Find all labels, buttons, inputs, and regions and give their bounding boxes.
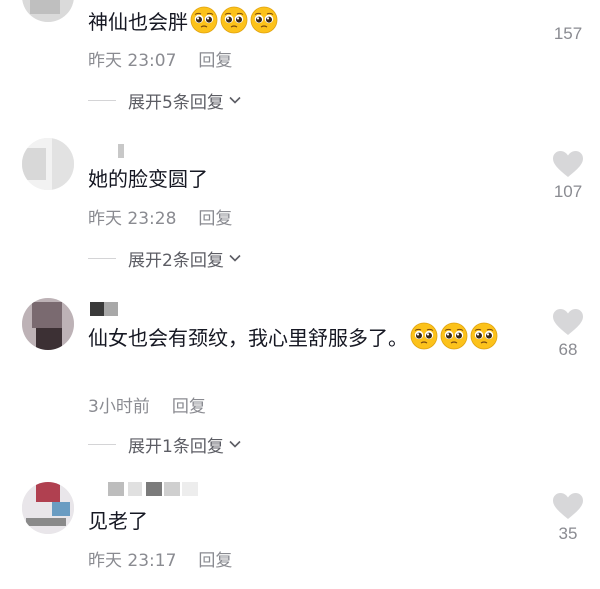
comment-text-content: 她的脸变圆了 [88, 167, 208, 191]
comment-meta: 昨天 23:28 回复 [88, 204, 232, 229]
heart-icon [553, 151, 583, 177]
expand-replies-label: 展开5条回复 [128, 92, 224, 113]
comment-meta: 3小时前 回复 [88, 392, 206, 417]
expand-replies-label: 展开1条回复 [128, 436, 224, 457]
like-count: 157 [553, 24, 583, 43]
like-button[interactable]: 68 [548, 308, 588, 360]
pleading-face-emoji-icon [410, 322, 438, 350]
like-count: 35 [558, 524, 578, 543]
comment-text: 她的脸变圆了 [88, 164, 208, 194]
reply-button[interactable]: 回复 [172, 397, 206, 417]
comment-time: 3小时前 [88, 397, 150, 417]
comment-time: 昨天 23:17 [88, 551, 177, 571]
comment-time: 昨天 23:07 [88, 51, 177, 71]
avatar[interactable] [22, 298, 74, 350]
reply-button[interactable]: 回复 [198, 51, 232, 71]
comment-item: 神仙也会胖 昨天 23:07 回复 展开5条回复 157 [0, 0, 600, 125]
reply-button[interactable]: 回复 [198, 209, 232, 229]
like-count: 68 [558, 340, 578, 359]
comment-item: 见老了 昨天 23:17 回复 35 [0, 472, 600, 589]
expand-replies-button[interactable]: 展开2条回复 [88, 246, 242, 271]
chevron-down-icon [229, 96, 241, 104]
avatar[interactable] [22, 482, 74, 534]
expand-replies-label: 展开2条回复 [128, 250, 224, 271]
chevron-down-icon [229, 440, 241, 448]
expand-replies-button[interactable]: 展开1条回复 [88, 432, 242, 457]
expand-replies-button[interactable]: 展开5条回复 [88, 88, 242, 113]
comment-text-content: 仙女也会有颈纹，我心里舒服多了。 [88, 326, 408, 350]
comment-text: 见老了 [88, 506, 148, 536]
divider [88, 443, 116, 445]
comment-text-content: 见老了 [88, 509, 148, 533]
comment-meta: 昨天 23:07 回复 [88, 46, 232, 71]
chevron-down-icon [229, 254, 241, 262]
comment-text-content: 神仙也会胖 [88, 10, 188, 34]
pleading-face-emoji-icon [220, 6, 248, 34]
pleading-face-emoji-icon [190, 6, 218, 34]
comment-time: 昨天 23:28 [88, 209, 177, 229]
like-button[interactable]: 157 [548, 0, 588, 44]
pleading-face-emoji-icon [440, 322, 468, 350]
comment-text: 仙女也会有颈纹，我心里舒服多了。 [88, 322, 508, 353]
heart-icon [553, 493, 583, 519]
pleading-face-emoji-icon [470, 322, 498, 350]
divider [88, 99, 116, 101]
comment-item: 她的脸变圆了 昨天 23:28 回复 展开2条回复 107 [0, 130, 600, 280]
divider [88, 257, 116, 259]
like-button[interactable]: 35 [548, 492, 588, 544]
comment-item: 仙女也会有颈纹，我心里舒服多了。 3小时前 回复 展开1条回复 68 [0, 288, 600, 463]
comment-meta: 昨天 23:17 回复 [88, 546, 232, 571]
pleading-face-emoji-icon [250, 6, 278, 34]
comment-text: 神仙也会胖 [88, 6, 278, 37]
avatar[interactable] [22, 0, 74, 22]
like-count: 107 [553, 182, 583, 201]
avatar[interactable] [22, 138, 74, 190]
heart-icon [553, 309, 583, 335]
reply-button[interactable]: 回复 [198, 551, 232, 571]
like-button[interactable]: 107 [548, 150, 588, 202]
